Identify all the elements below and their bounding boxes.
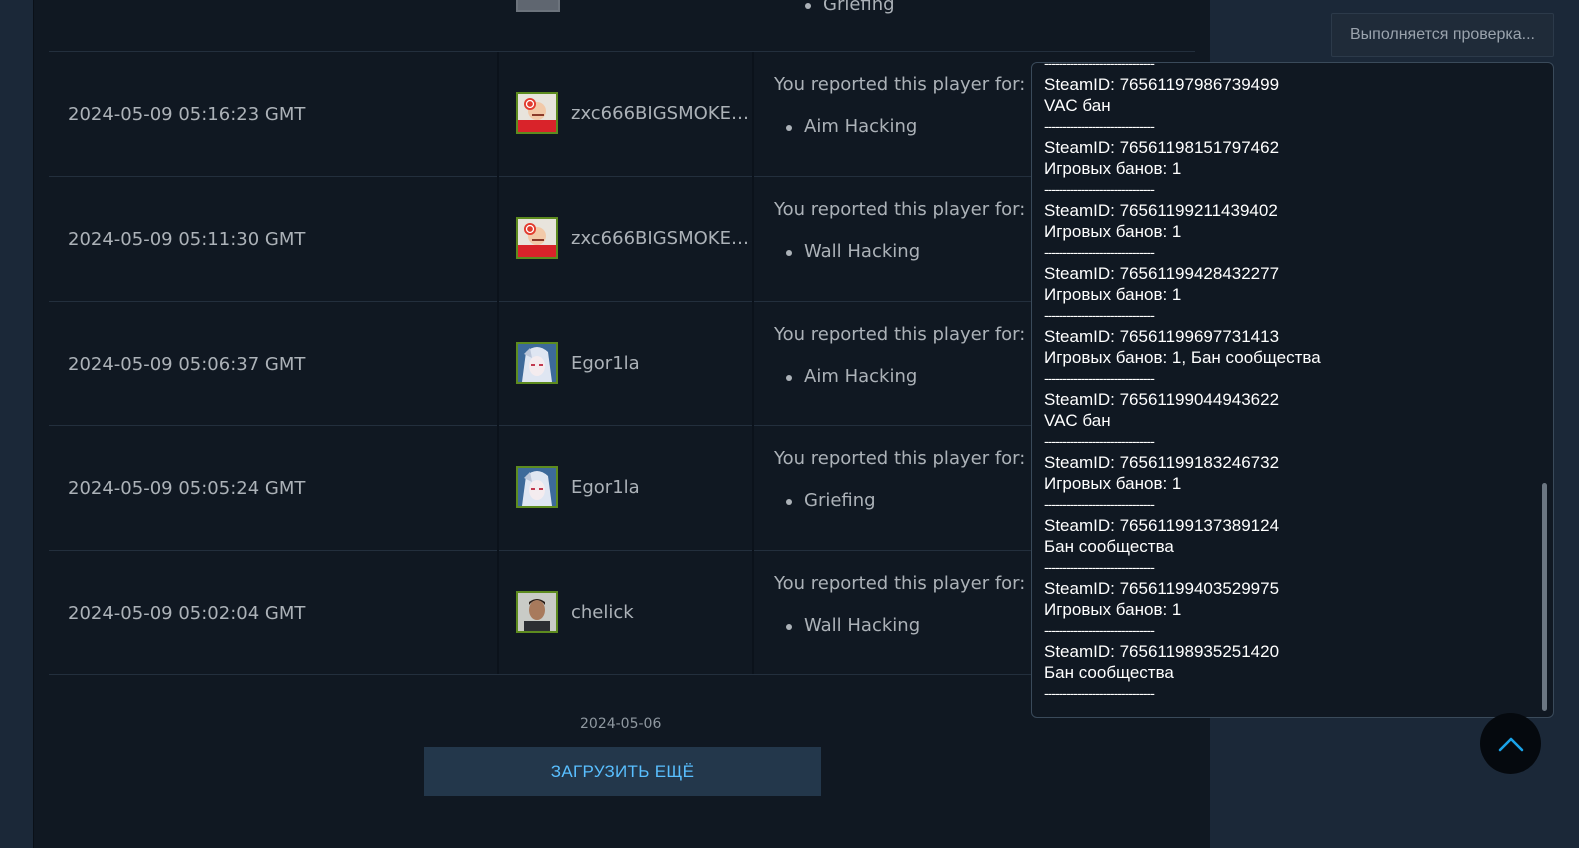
column-divider [497, 52, 499, 674]
reported-label: You reported this player for: [774, 74, 1026, 95]
report-date: 2024-05-09 05:11:30 GMT [68, 229, 306, 250]
table-row: 2024-05-09 05:16:23 GMT zxc666BIGSMOKE… … [49, 52, 1195, 177]
separator-line: ------------------------------ [1044, 118, 1155, 134]
scroll-to-top-button[interactable] [1480, 713, 1541, 774]
reason-text: Griefing [823, 0, 895, 15]
report-date: 2024-05-09 05:02:04 GMT [68, 603, 306, 624]
reason-text: Wall Hacking [804, 615, 921, 636]
separator-line: ------------------------------ [1044, 685, 1155, 701]
bullet-icon [786, 125, 792, 131]
separator-line: ------------------------------ [1044, 433, 1155, 449]
ban-status: VAC бан [1044, 411, 1111, 430]
report-date: 2024-05-09 05:16:23 GMT [68, 104, 306, 125]
separator-line: ------------------------------ [1044, 370, 1155, 386]
reported-label: You reported this player for: [774, 324, 1026, 345]
partial-avatar [516, 0, 560, 12]
steam-id: SteamID: 76561199137389124 [1044, 516, 1280, 535]
steam-id: SteamID: 76561197986739499 [1044, 75, 1280, 94]
load-more-button[interactable]: ЗАГРУЗИТЬ ЕЩЁ [424, 747, 821, 796]
ban-status: Игровых банов: 1 [1044, 285, 1182, 304]
steam-id: SteamID: 76561199211439402 [1044, 201, 1278, 220]
player-name-link[interactable]: zxc666BIGSMOKE… [571, 177, 749, 300]
page-date-label: 2024-05-06 [580, 716, 662, 732]
ban-check-results-popup[interactable]: ------------------------------ SteamID: … [1031, 62, 1554, 718]
ban-status: Бан сообщества [1044, 537, 1174, 556]
player-avatar[interactable] [516, 92, 558, 134]
reason-text: Aim Hacking [804, 366, 918, 387]
ban-status: Бан сообщества [1044, 663, 1174, 682]
player-avatar[interactable] [516, 466, 558, 508]
table-row: 2024-05-09 05:06:37 GMT Egor1la You repo… [49, 302, 1195, 427]
ban-status: Игровых банов: 1 [1044, 222, 1182, 241]
player-name-link[interactable]: zxc666BIGSMOKE… [571, 52, 749, 175]
reason-text: Aim Hacking [804, 116, 918, 137]
anime-avatar-icon [518, 344, 556, 382]
reason-text: Wall Hacking [804, 241, 921, 262]
left-margin [0, 0, 33, 848]
report-reason: Aim Hacking [786, 366, 918, 387]
player-name-link[interactable]: Egor1la [571, 426, 640, 549]
separator-line: ------------------------------ [1044, 62, 1155, 71]
report-reason: Wall Hacking [786, 241, 921, 262]
steam-id: SteamID: 76561198151797462 [1044, 138, 1280, 157]
separator-line: ------------------------------ [1044, 307, 1155, 323]
steam-id: SteamID: 76561198935251420 [1044, 642, 1280, 661]
player-avatar[interactable] [516, 217, 558, 259]
chevron-up-icon [1498, 737, 1523, 751]
ban-status: Игровых банов: 1 [1044, 600, 1182, 619]
separator-line: ------------------------------ [1044, 181, 1155, 197]
red-avatar-icon [518, 219, 556, 257]
table-row: 2024-05-09 05:05:24 GMT Egor1la You repo… [49, 426, 1195, 551]
report-reason: Griefing [786, 490, 876, 511]
steam-id: SteamID: 76561199183246732 [1044, 453, 1280, 472]
reported-label: You reported this player for: [774, 199, 1026, 220]
ban-status: Игровых банов: 1, Бан сообщества [1044, 348, 1321, 367]
steam-id: SteamID: 76561199403529975 [1044, 579, 1280, 598]
reported-label: You reported this player for: [774, 448, 1026, 469]
separator-line: ------------------------------ [1044, 622, 1155, 638]
ban-status: Игровых банов: 1 [1044, 159, 1182, 178]
bullet-icon [786, 375, 792, 381]
table-row: 2024-05-09 05:11:30 GMT zxc666BIGSMOKE… … [49, 177, 1195, 302]
steam-id: SteamID: 76561199697731413 [1044, 327, 1280, 346]
steam-id: SteamID: 76561199044943622 [1044, 390, 1280, 409]
photo-avatar-icon [518, 593, 556, 631]
reason-text: Griefing [804, 490, 876, 511]
results-list: ------------------------------ SteamID: … [1044, 62, 1534, 704]
column-divider [752, 52, 754, 674]
red-avatar-icon [518, 94, 556, 132]
report-reason: Wall Hacking [786, 615, 921, 636]
steam-id: SteamID: 76561199428432277 [1044, 264, 1280, 283]
anime-avatar-icon [518, 468, 556, 506]
reported-label: You reported this player for: [774, 573, 1026, 594]
bullet-icon [805, 3, 811, 9]
bullet-icon [786, 624, 792, 630]
report-date: 2024-05-09 05:06:37 GMT [68, 354, 306, 375]
ban-status: Игровых банов: 1 [1044, 474, 1182, 493]
table-row: 2024-05-09 05:02:04 GMT chelick You repo… [49, 551, 1195, 676]
bullet-icon [786, 250, 792, 256]
ban-status: VAC бан [1044, 96, 1111, 115]
partial-report-reason: Griefing [805, 0, 895, 15]
row-divider [49, 674, 1195, 675]
player-avatar[interactable] [516, 591, 558, 633]
player-name-link[interactable]: Egor1la [571, 302, 640, 425]
report-reason: Aim Hacking [786, 116, 918, 137]
bullet-icon [786, 499, 792, 505]
report-date: 2024-05-09 05:05:24 GMT [68, 478, 306, 499]
player-avatar[interactable] [516, 342, 558, 384]
separator-line: ------------------------------ [1044, 559, 1155, 575]
check-status-button[interactable]: Выполняется проверка... [1331, 13, 1554, 57]
separator-line: ------------------------------ [1044, 244, 1155, 260]
player-name-link[interactable]: chelick [571, 551, 634, 674]
separator-line: ------------------------------ [1044, 496, 1155, 512]
popup-scrollbar-thumb[interactable] [1542, 483, 1547, 711]
